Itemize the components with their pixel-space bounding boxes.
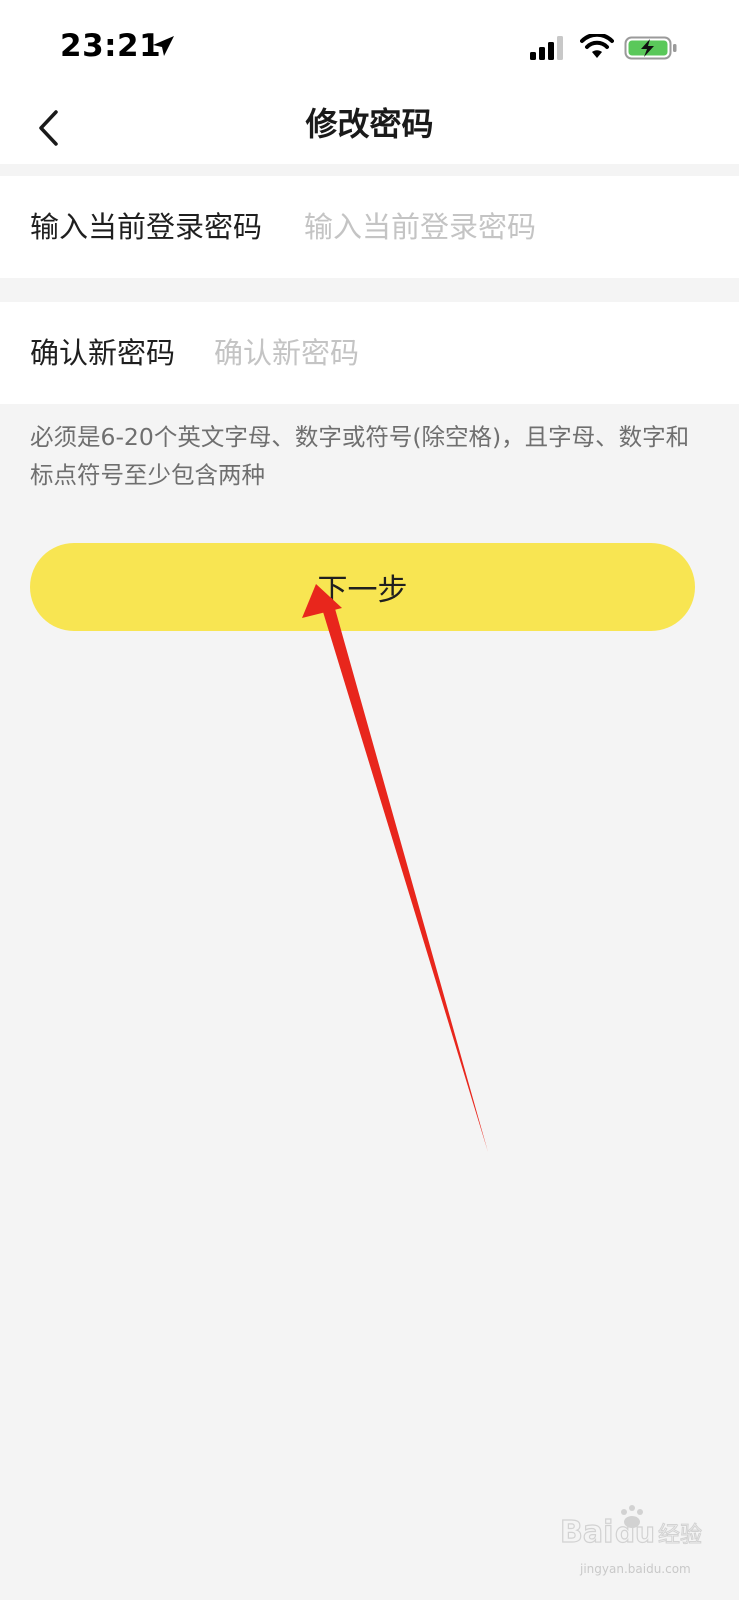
new-password-label: 确认新密码	[30, 336, 176, 370]
wifi-icon	[580, 34, 614, 58]
back-button[interactable]	[28, 104, 68, 152]
status-bar: 23:21	[0, 0, 739, 96]
location-arrow-icon	[153, 36, 174, 56]
new-password-row: 确认新密码	[0, 302, 739, 404]
current-password-row: 输入当前登录密码	[0, 176, 739, 278]
status-time: 23:21	[60, 28, 162, 64]
svg-text:Bai: Bai	[560, 1515, 613, 1550]
current-password-label: 输入当前登录密码	[30, 210, 263, 244]
battery-charging-icon	[624, 36, 677, 60]
next-step-button[interactable]: 下一步	[30, 543, 695, 631]
password-rule-hint: 必须是6-20个英文字母、数字或符号(除空格)，且字母、数字和标点符号至少包含两…	[30, 423, 690, 489]
navigation-bar: 修改密码	[0, 96, 739, 164]
current-password-input[interactable]	[304, 202, 724, 252]
confirm-new-password-input[interactable]	[214, 328, 714, 378]
page-title: 修改密码	[305, 105, 434, 143]
watermark-url: jingyan.baidu.com	[580, 1562, 691, 1576]
svg-text:du: du	[615, 1516, 655, 1549]
chevron-left-icon	[39, 110, 58, 146]
divider	[0, 164, 739, 176]
baidu-watermark-logo: Bai du 经验	[560, 1505, 703, 1551]
cellular-signal-icon	[530, 36, 563, 60]
svg-text:经验: 经验	[658, 1523, 702, 1548]
